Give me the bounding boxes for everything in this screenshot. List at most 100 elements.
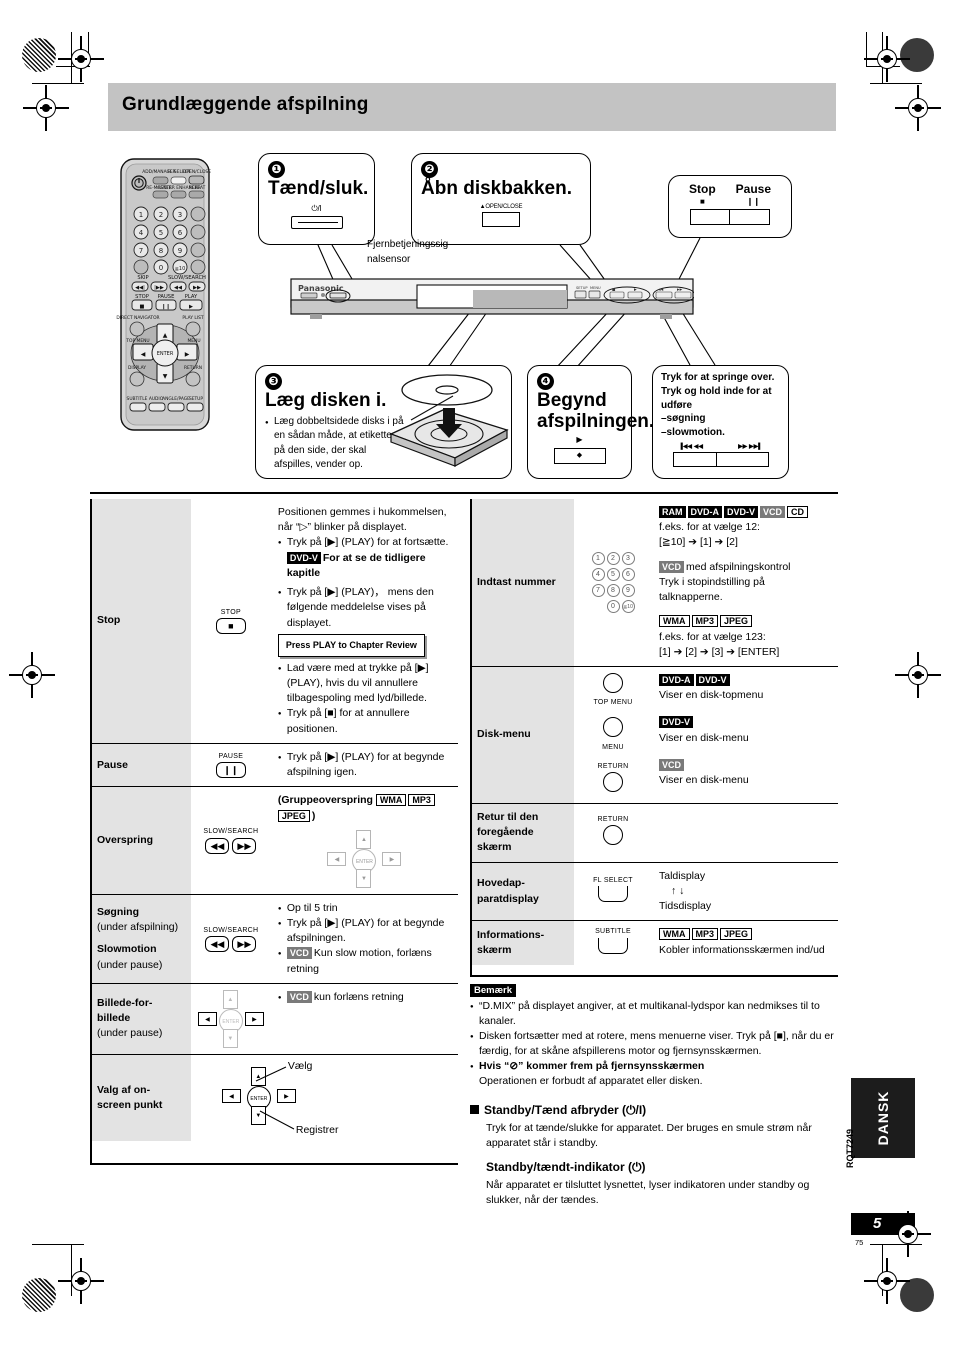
keypad-key-ge10[interactable]: ≧10 [621, 600, 635, 614]
step-3-number: ❸ [265, 373, 282, 390]
indtast-desc-line: Tryk i stopindstilling på talknapperne. [659, 575, 765, 604]
pause-button-caption: PAUSE [218, 752, 244, 760]
keypad-key-7[interactable]: 7 [591, 584, 605, 598]
stop-desc-line: Tryk på [■] for at annullere positionen. [278, 706, 451, 736]
svg-text:❙❙: ❙❙ [162, 304, 171, 310]
crop-mark-bl-h [32, 1244, 84, 1246]
dpad-right[interactable]: ▶ [382, 851, 402, 866]
indtast-badge-row: RAM DVD-A DVD-V VCD CD [659, 505, 831, 520]
row-sublabel-billede: (under pause) [97, 1027, 163, 1040]
badge-vcd: VCD [760, 506, 786, 518]
stop-glyph: ■ [699, 197, 705, 206]
skip-back-key[interactable] [672, 452, 717, 468]
row-label-hovedapparat: Hovedap-paratdisplay [477, 877, 539, 905]
subtitle-key[interactable] [598, 937, 628, 954]
dpad-right[interactable]: ▶ [244, 1011, 264, 1026]
badge-vcd: VCD [659, 758, 685, 771]
dpad-up[interactable]: ▲ [356, 829, 372, 849]
skip-fwd-key[interactable] [716, 452, 769, 468]
diskmenu-desc-line: Viser en disk-menu [659, 731, 749, 744]
registration-mark-top-left [58, 36, 104, 82]
dpad-down[interactable]: ▼ [222, 1028, 238, 1048]
table-row: Stop STOP ■ Positionen gemmes i hukommel… [90, 499, 458, 744]
dvd-player-front-panel: Panasonic SETUP MENU ■ ▶ ◀◀ ▶▶ [290, 272, 696, 322]
play-key[interactable]: ◆ [553, 447, 606, 464]
svg-text:SLOW/SEARCH: SLOW/SEARCH [168, 275, 206, 281]
stop-desc-line: Tryk på [▶] (PLAY) for at fortsætte. [278, 535, 451, 552]
open-close-key[interactable] [482, 211, 520, 227]
slow-search-caption: SLOW/SEARCH [203, 828, 259, 836]
dpad-left[interactable]: ◀ [197, 1011, 217, 1026]
step-4-number: ❹ [537, 373, 554, 390]
badge-vcd: VCD [659, 560, 685, 573]
standby-indicator-heading: Standby/tændt-indikator (⏻) [486, 1160, 646, 1175]
badge-wma: WMA [659, 928, 690, 941]
keypad-key-1[interactable]: 1 [591, 552, 605, 566]
badge-mp3: MP3 [691, 928, 719, 941]
keypad-key-8[interactable]: 8 [606, 584, 620, 598]
svg-text:ENTER: ENTER [157, 351, 174, 357]
direction-pad-lr[interactable]: ▲ ◀ ENTER ▶ ▼ [197, 989, 264, 1048]
dpad-down[interactable]: ▼ [356, 868, 372, 888]
search-fwd-key[interactable]: ▶▶ [232, 837, 257, 854]
row-sublabel-sogning: (under afspilning) [97, 921, 179, 934]
dpad-left[interactable]: ◀ [327, 851, 347, 866]
crop-mark-tl-h [32, 83, 84, 85]
keypad-key-3[interactable]: 3 [621, 552, 635, 566]
skip-back-glyph: ▐◀◀ ◀◀ [678, 443, 703, 450]
stop-button-key[interactable]: ■ [215, 617, 246, 634]
row-label-stop: Stop [97, 614, 121, 627]
svg-text:SETUP: SETUP [189, 396, 203, 402]
step-2-number: ❷ [421, 161, 438, 178]
informations-badge-row: WMA MP3 JPEG [659, 927, 831, 942]
keypad-key-9[interactable]: 9 [621, 584, 635, 598]
badge-vcd: VCD [286, 990, 312, 1003]
menu-key[interactable] [603, 717, 623, 738]
note-item: Disken fortsætter med at rotere, mens me… [470, 1029, 840, 1059]
svg-text:MENU: MENU [187, 338, 200, 344]
disc-tray-illustration [381, 368, 513, 479]
standby-indicator-section: Standby/tændt-indikator (⏻) Når apparate… [470, 1159, 840, 1208]
playback-operations-table-left: Stop STOP ■ Positionen gemmes i hukommel… [90, 499, 458, 1141]
table-row: Pause PAUSE ❙❙ Tryk på [▶] (PLAY) for at… [90, 743, 458, 787]
table-right-bottom-rule [470, 975, 838, 977]
slow-fwd-key[interactable]: ▶▶ [232, 935, 257, 952]
keypad-key-0[interactable]: 0 [606, 600, 620, 614]
badge-mp3: MP3 [691, 615, 719, 628]
search-back-key[interactable]: ◀◀ [205, 837, 230, 854]
keypad-key-2[interactable]: 2 [606, 552, 620, 566]
keypad-key-6[interactable]: 6 [621, 568, 635, 582]
section-title-band: Grundlæggende afspilning [108, 83, 836, 131]
badge-cd: CD [787, 506, 809, 518]
return-button-key[interactable] [603, 825, 623, 846]
table-row: Informations-skærm SUBTITLE WMA MP3 JPEG K… [470, 920, 838, 965]
fl-select-key[interactable] [598, 885, 628, 902]
step-1-callout: ❶ Tænd/sluk. ⏻/I [258, 153, 375, 245]
indtast-desc-line: [1] ➔ [2] ➔ [3] ➔ [ENTER] [659, 645, 780, 658]
top-menu-key[interactable] [603, 672, 623, 693]
sogning-desc-line: Tryk på [▶] (PLAY) for at begynde afspil… [278, 916, 451, 946]
dpad-up[interactable]: ▲ [222, 989, 238, 1009]
pause-button-key[interactable]: ❙❙ [215, 762, 246, 779]
stop-key[interactable] [690, 209, 730, 225]
power-key[interactable] [290, 215, 343, 229]
return-key[interactable] [603, 771, 623, 792]
step-2-title: Åbn diskbakken. [421, 178, 572, 199]
chapter-review-message: Press PLAY to Chapter Review [277, 633, 425, 657]
keypad-key-4[interactable]: 4 [591, 568, 605, 582]
badge-dvd-v: DVD-V [695, 673, 730, 686]
row-label-slowmotion: Slowmotion [97, 943, 157, 956]
direction-pad-light[interactable]: ▲ ◀ ENTER ▶ ▼ [327, 829, 402, 888]
slow-back-key[interactable]: ◀◀ [205, 935, 230, 952]
row-label-overspring: Overspring [97, 833, 154, 846]
numeric-keypad[interactable]: 123 456 789 x0≧10 [582, 550, 644, 614]
row-label-valg: Valg af on-screen punkt [97, 1083, 163, 1111]
table-row: Billede-for-billede (under pause) ▲ ◀ EN… [90, 983, 458, 1055]
svg-text:▶: ▶ [189, 304, 193, 310]
svg-text:STOP: STOP [135, 294, 149, 300]
halftone-dot-bottom-right [900, 1278, 934, 1312]
badge-mp3: MP3 [408, 794, 435, 807]
pause-key[interactable] [730, 209, 770, 225]
keypad-key-5[interactable]: 5 [606, 568, 620, 582]
